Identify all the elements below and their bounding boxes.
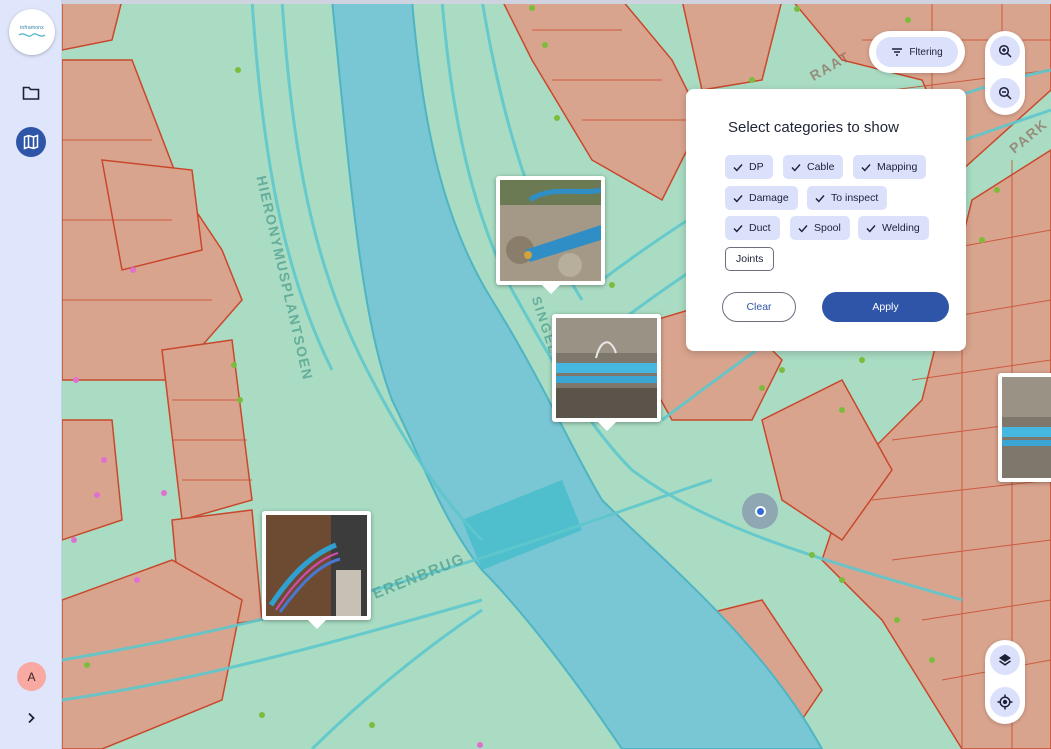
category-chip-damage[interactable]: Damage — [725, 186, 798, 210]
category-chip-cable[interactable]: Cable — [783, 155, 844, 179]
location-dot-icon — [754, 505, 766, 517]
category-chip-dp[interactable]: DP — [725, 155, 773, 179]
layers-icon — [999, 654, 1011, 666]
chip-label: Cable — [807, 161, 835, 173]
chip-label: Damage — [749, 192, 789, 204]
sidebar-item-map[interactable] — [16, 127, 46, 157]
map-icon — [23, 134, 39, 150]
category-chip-spool[interactable]: Spool — [790, 216, 850, 240]
clear-button[interactable]: Clear — [722, 292, 796, 322]
chip-label: Duct — [749, 222, 771, 234]
photo-excavation — [266, 515, 367, 616]
filter-toggle-container: Fltering — [869, 31, 965, 73]
sidebar-item-projects[interactable] — [16, 78, 46, 108]
filter-button[interactable]: Fltering — [876, 37, 958, 67]
filter-icon — [892, 48, 903, 56]
chip-label: Mapping — [877, 161, 918, 173]
locate-button[interactable] — [990, 687, 1020, 717]
photo-marker[interactable] — [496, 176, 605, 294]
chip-label: Welding — [882, 222, 920, 234]
chip-label: To inspect — [831, 192, 879, 204]
logo-wave-icon — [18, 33, 46, 37]
zoom-out-icon — [998, 86, 1012, 100]
sidebar: inframonx A — [0, 0, 62, 749]
filter-panel: Select categories to show DP Cable Mappi… — [686, 89, 966, 351]
filter-button-label: Fltering — [909, 46, 943, 58]
zoom-in-button[interactable] — [990, 36, 1020, 66]
check-icon — [733, 194, 743, 203]
chip-label: Spool — [814, 222, 841, 234]
app-logo[interactable]: inframonx — [9, 9, 55, 55]
photo-ducts-trench — [556, 318, 657, 418]
sidebar-expand-button[interactable] — [16, 703, 46, 733]
photo-marker[interactable] — [262, 511, 371, 629]
check-icon — [815, 194, 825, 203]
zoom-controls — [985, 31, 1025, 115]
folder-icon — [22, 86, 40, 100]
chip-label: Joints — [736, 253, 764, 265]
check-icon — [866, 224, 876, 233]
category-chip-welding[interactable]: Welding — [858, 216, 929, 240]
check-icon — [733, 163, 743, 172]
photo-cable-sand — [500, 180, 602, 281]
zoom-in-icon — [998, 44, 1012, 58]
top-bar-strip — [62, 0, 1051, 4]
my-location-icon — [997, 694, 1013, 710]
category-chip-duct[interactable]: Duct — [725, 216, 780, 240]
photo-ducts-partial — [1002, 377, 1051, 478]
layers-button[interactable] — [990, 645, 1020, 675]
photo-marker[interactable] — [552, 314, 661, 431]
check-icon — [861, 163, 871, 172]
photo-marker[interactable] — [998, 373, 1051, 482]
chip-label: DP — [749, 161, 764, 173]
category-chip-joints[interactable]: Joints — [725, 247, 775, 271]
current-location-marker[interactable] — [742, 493, 778, 529]
map-controls — [985, 640, 1025, 724]
category-chip-mapping[interactable]: Mapping — [853, 155, 927, 179]
apply-button[interactable]: Apply — [822, 292, 949, 322]
check-icon — [733, 224, 743, 233]
user-avatar[interactable]: A — [17, 662, 46, 691]
zoom-out-button[interactable] — [990, 78, 1020, 108]
check-icon — [798, 224, 808, 233]
filter-panel-title: Select categories to show — [728, 119, 899, 136]
category-chip-to-inspect[interactable]: To inspect — [807, 186, 888, 210]
chevron-right-icon — [28, 712, 35, 724]
check-icon — [791, 163, 801, 172]
